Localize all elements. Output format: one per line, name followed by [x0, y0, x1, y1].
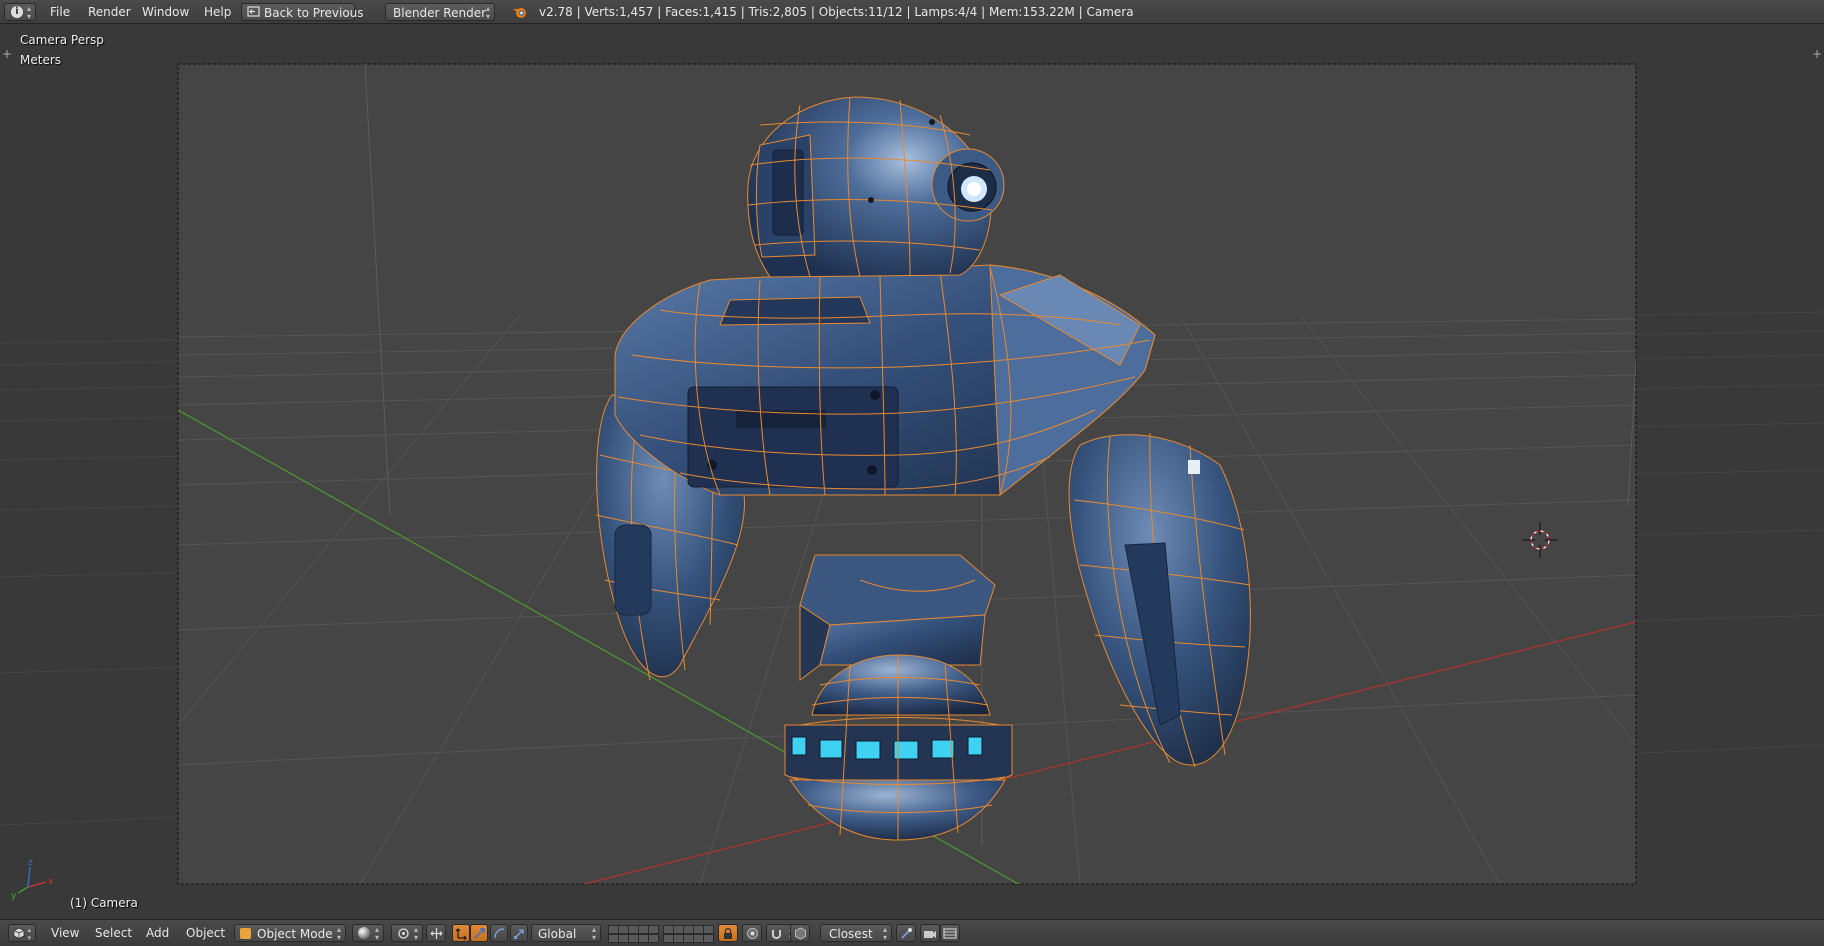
- menu-select[interactable]: Select: [95, 920, 132, 946]
- opengl-render-icon: [924, 931, 936, 938]
- opengl-animation-button[interactable]: [940, 924, 960, 942]
- opengl-render-button[interactable]: [920, 924, 940, 942]
- proportional-edit-icon: [747, 928, 758, 939]
- menu-file[interactable]: File: [44, 0, 76, 24]
- active-object-label: (1) Camera: [70, 896, 138, 910]
- scene-statistics: v2.78 | Verts:1,457 | Faces:1,415 | Tris…: [539, 5, 1134, 19]
- proportional-edit-button[interactable]: [742, 924, 762, 942]
- pivot-point-select[interactable]: ▴ ▾: [391, 924, 423, 942]
- snap-target-select[interactable]: Closest ▴ ▾: [820, 924, 892, 942]
- menu-render[interactable]: Render: [82, 0, 137, 24]
- snap-icon: [772, 930, 781, 939]
- info-icon: i: [11, 6, 23, 18]
- 3d-viewport[interactable]: + + x y z Camera Persp Meters (1) Camera: [0, 25, 1824, 913]
- units-label: Meters: [20, 53, 62, 67]
- 3d-view-icon: [13, 927, 25, 939]
- render-engine-select[interactable]: Blender Render ▴ ▾: [385, 3, 495, 21]
- menu-object[interactable]: Object: [186, 920, 225, 946]
- rotate-icon: [494, 928, 505, 939]
- back-icon: [247, 6, 260, 17]
- translate-icon: [455, 928, 467, 940]
- view-name: Camera Persp: [20, 33, 104, 47]
- manipulator-toggle[interactable]: [426, 924, 446, 942]
- editor-type-button[interactable]: i ▴ ▾: [4, 3, 36, 21]
- 3d-view-header: ▴ ▾ View Select Add Object Object Mode ▴ ▾…: [0, 919, 1824, 945]
- object-mode-icon: [240, 928, 251, 939]
- translate-manipulator-button[interactable]: [452, 924, 470, 942]
- back-to-previous-button[interactable]: Back to Previous: [241, 3, 364, 21]
- snap-target-label: Closest: [829, 927, 873, 941]
- axis-label-x: x: [48, 877, 54, 887]
- layers-icon-2[interactable]: [663, 920, 714, 946]
- menu-window[interactable]: Window: [136, 0, 195, 24]
- scene-canvas[interactable]: + + x y z: [0, 25, 1824, 913]
- menu-view[interactable]: View: [51, 920, 79, 946]
- menu-add[interactable]: Add: [146, 920, 169, 946]
- lock-camera-button[interactable]: [718, 924, 738, 942]
- manipulator-toggle-icon: [430, 928, 443, 939]
- scale-tool-button[interactable]: [510, 924, 528, 942]
- lock-camera-icon: [724, 927, 732, 939]
- snap-rotation-button[interactable]: [896, 924, 916, 942]
- viewport-shading-select[interactable]: ▴ ▾: [352, 924, 384, 942]
- rotate-manipulator-button[interactable]: [470, 924, 488, 942]
- opengl-animation-icon: [943, 928, 957, 939]
- orientation-label: Global: [538, 927, 577, 941]
- render-engine-label: Blender Render: [393, 6, 487, 20]
- blender-logo-icon: [513, 8, 526, 18]
- back-to-previous-label: Back to Previous: [264, 6, 364, 20]
- layers-icon[interactable]: [608, 920, 659, 946]
- pivot-point-icon: [398, 928, 409, 939]
- axis-label-z: z: [28, 858, 33, 868]
- viewport-shading-icon: [358, 927, 370, 939]
- scale-manipulator-button[interactable]: [490, 924, 508, 942]
- snap-element-icon: [795, 927, 806, 940]
- svg-text:+: +: [1812, 47, 1822, 61]
- axis-label-y: y: [11, 891, 17, 901]
- scale-icon: [514, 929, 524, 939]
- interaction-mode-select[interactable]: Object Mode ▴ ▾: [234, 924, 346, 942]
- transform-orientation-select[interactable]: Global ▴ ▾: [531, 924, 601, 942]
- editor-type-button[interactable]: ▴ ▾: [8, 924, 36, 942]
- menu-help[interactable]: Help: [198, 0, 237, 24]
- svg-text:+: +: [2, 47, 12, 61]
- snap-element-button[interactable]: [790, 924, 810, 942]
- info-header: i ▴ ▾ File Render Window Help Back to Pre…: [0, 0, 1824, 24]
- rotate-icon: [474, 928, 485, 939]
- snap-rotation-icon: [901, 928, 912, 939]
- mode-label: Object Mode: [257, 927, 333, 941]
